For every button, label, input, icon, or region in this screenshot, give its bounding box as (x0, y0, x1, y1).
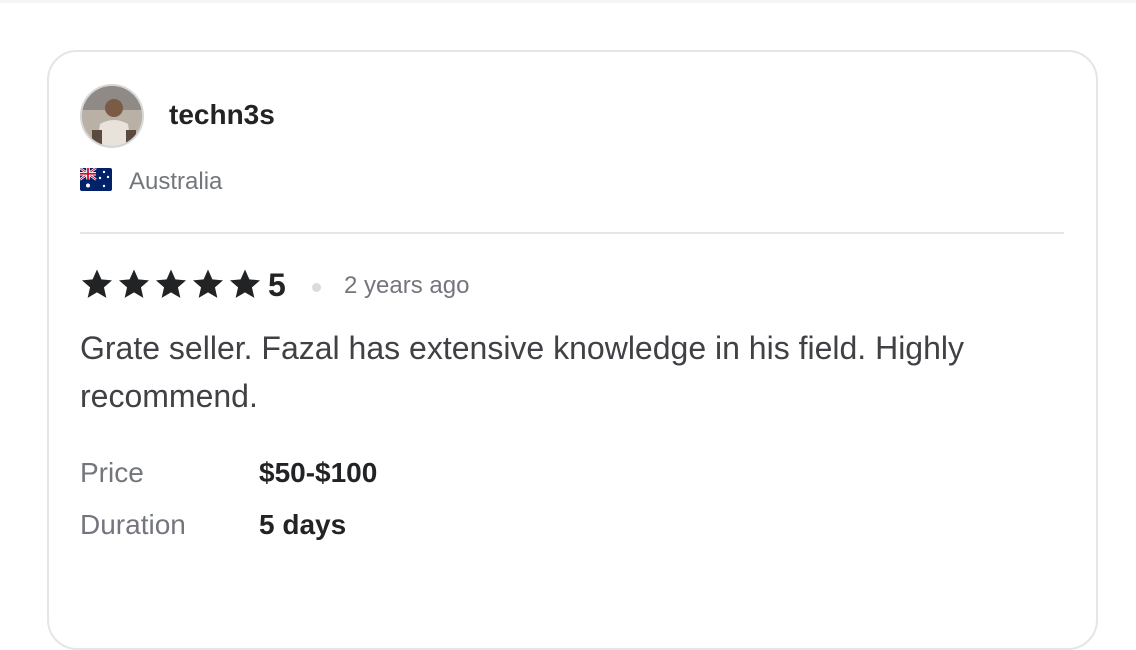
top-divider (0, 0, 1136, 3)
duration-label: Duration (80, 509, 186, 540)
reviewer-country: Australia (129, 168, 223, 195)
star-rating (80, 267, 262, 301)
price-label: Price (80, 457, 144, 488)
australia-flag-icon (80, 168, 112, 191)
star-icon (118, 269, 150, 298)
reviewer-avatar[interactable] (80, 84, 144, 148)
rating-value: 5 (268, 267, 286, 303)
separator-dot (312, 283, 321, 292)
review-time: 2 years ago (344, 272, 470, 299)
star-icon (81, 269, 113, 298)
card-divider (80, 232, 1064, 234)
review-text: Grate seller. Fazal has extensive knowle… (80, 330, 964, 414)
star-icon (192, 269, 224, 298)
star-icon (155, 269, 187, 298)
price-value: $50-$100 (259, 457, 378, 488)
star-icon (229, 269, 261, 298)
reviewer-username[interactable]: techn3s (169, 98, 275, 132)
duration-value: 5 days (259, 509, 347, 540)
